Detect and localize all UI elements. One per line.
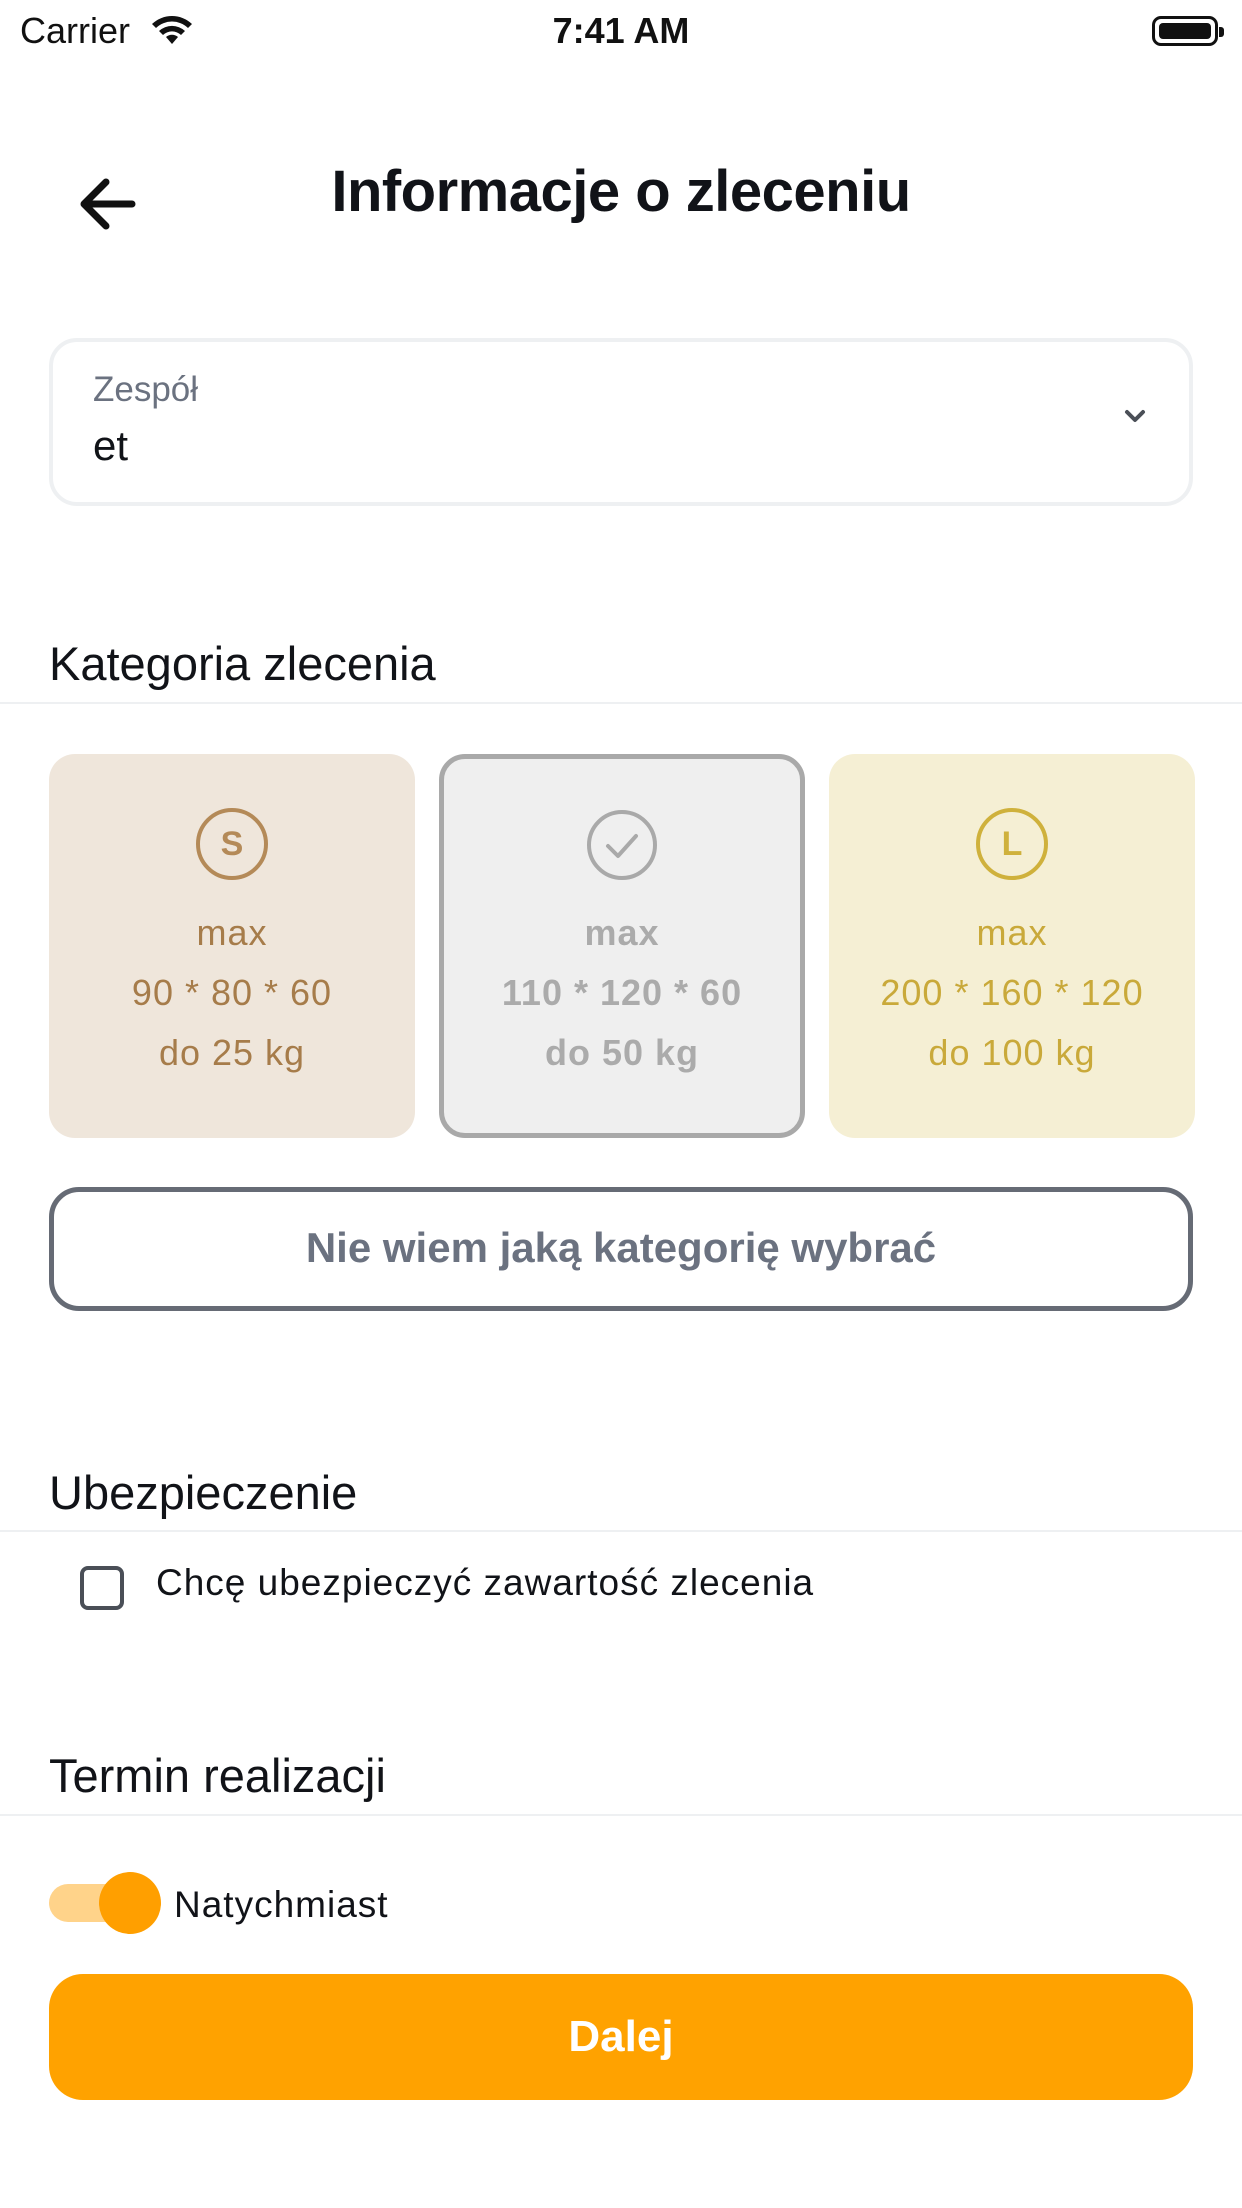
status-time: 7:41 AM [552,10,690,51]
team-select-label: Zespół [93,370,199,409]
next-button[interactable]: Dalej [49,1974,1193,2100]
card-max-label: max [584,912,660,953]
card-weight: do 100 kg [928,1032,1096,1073]
size-badge-s: S [196,808,268,880]
battery-icon [1152,16,1224,46]
team-select-value: et [93,422,129,469]
card-dimensions: 110 * 120 * 60 [501,972,743,1013]
divider [0,1814,1242,1816]
card-dimensions: 200 * 160 * 120 [880,972,1144,1013]
card-weight: do 50 kg [544,1032,700,1073]
category-card-m[interactable]: max 110 * 120 * 60 do 50 kg [439,754,805,1138]
deadline-section-title: Termin realizacji [49,1749,386,1802]
divider [0,702,1242,704]
immediate-toggle[interactable] [49,1872,161,1934]
size-badge-l: L [976,808,1048,880]
chevron-down-icon [1125,410,1145,422]
insurance-checkbox[interactable] [80,1566,124,1610]
category-help-button[interactable]: Nie wiem jaką kategorię wybrać [49,1187,1193,1311]
category-card-l[interactable]: L max 200 * 160 * 120 do 100 kg [829,754,1195,1138]
page-title: Informacje o zleceniu [331,159,911,224]
insurance-checkbox-label[interactable]: Chcę ubezpieczyć zawartość zlecenia [156,1562,814,1604]
team-select[interactable]: Zespół et [49,338,1193,506]
immediate-toggle-label: Natychmiast [174,1884,389,1925]
category-card-s[interactable]: S max 90 * 80 * 60 do 25 kg [49,754,415,1138]
card-weight: do 25 kg [158,1032,306,1073]
insurance-section-title: Ubezpieczenie [49,1466,358,1519]
toggle-knob [99,1872,161,1934]
check-circle-icon [587,810,657,880]
card-dimensions: 90 * 80 * 60 [131,972,333,1013]
divider [0,1530,1242,1532]
card-max-label: max [976,912,1048,953]
category-section-title: Kategoria zlecenia [49,637,436,690]
card-max-label: max [196,912,268,953]
